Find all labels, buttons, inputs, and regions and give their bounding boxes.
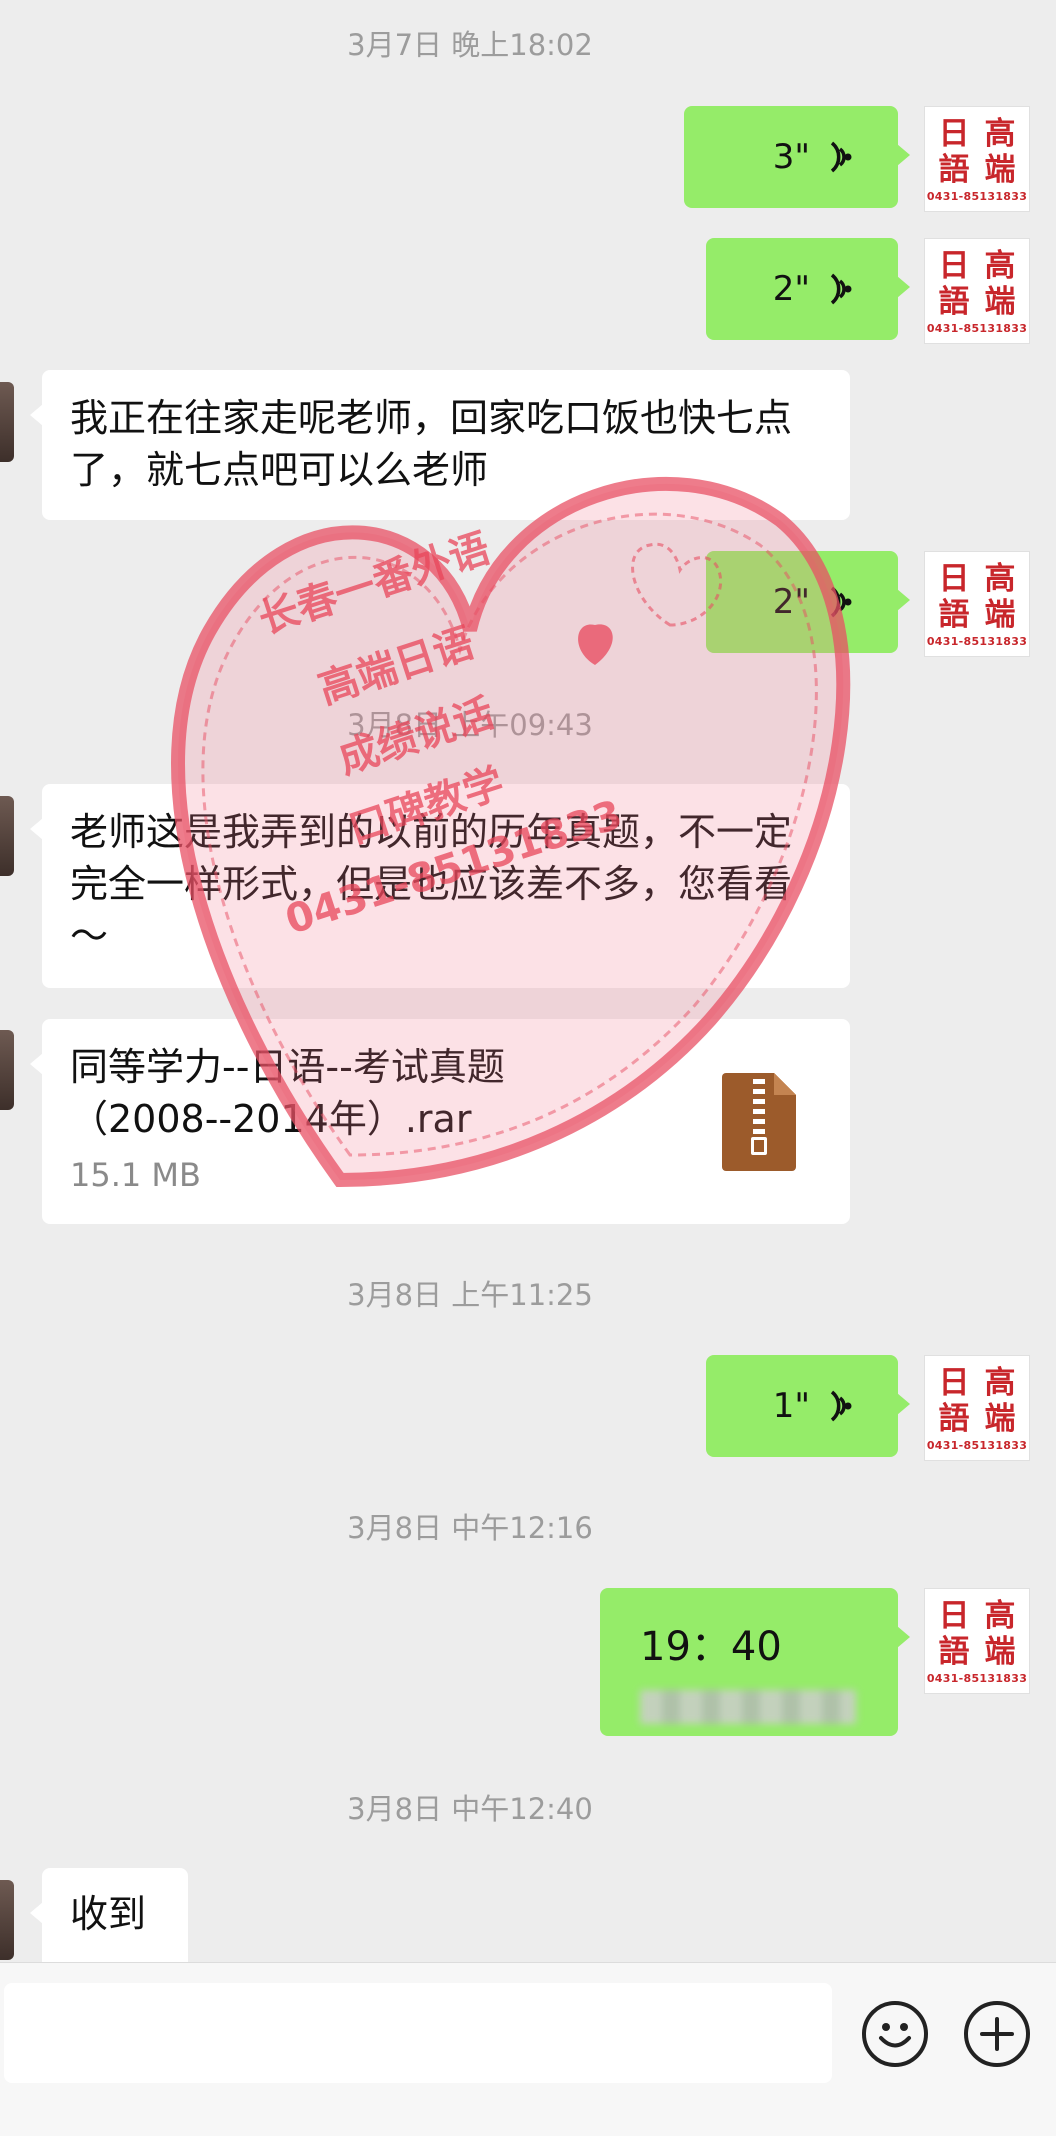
- watermark-line: 高端日语: [313, 620, 480, 714]
- avatar[interactable]: 日高語端 0431-85131833: [924, 238, 1030, 344]
- avatar-phone: 0431-85131833: [926, 189, 1028, 203]
- voice-message[interactable]: 3": [684, 106, 910, 208]
- voice-wave-icon: [830, 273, 852, 305]
- voice-wave-icon: [830, 1390, 852, 1422]
- emoji-button[interactable]: [862, 2001, 928, 2067]
- zip-file-icon: [722, 1073, 796, 1171]
- file-size: 15.1 MB: [70, 1156, 201, 1194]
- avatar-phone: 0431-85131833: [926, 634, 1028, 648]
- voice-duration: 2": [772, 269, 810, 309]
- avatar-seal: 日高語端: [938, 247, 1016, 320]
- message-text: 老师这是我弄到的以前的历年真题，不一定完全一样形式，但是也应该差不多，您看看～: [70, 810, 793, 958]
- avatar[interactable]: 日高語端 0431-85131833: [924, 1588, 1030, 1694]
- voice-duration: 1": [772, 1386, 810, 1426]
- input-bar: [0, 1962, 1056, 2136]
- contact-avatar[interactable]: [0, 1880, 14, 1960]
- avatar-seal: 日高語端: [938, 1364, 1016, 1437]
- contact-avatar[interactable]: [0, 382, 14, 462]
- plus-icon: [980, 2017, 1014, 2051]
- avatar-phone: 0431-85131833: [926, 1671, 1028, 1685]
- message-text: 19：40: [640, 1624, 782, 1670]
- timestamp: 3月8日 上午09:43: [347, 708, 593, 742]
- timestamp: 3月8日 上午11:25: [347, 1278, 593, 1312]
- voice-duration: 2": [772, 582, 810, 622]
- contact-avatar[interactable]: [0, 1030, 14, 1110]
- avatar-phone: 0431-85131833: [926, 321, 1028, 335]
- voice-wave-icon: [830, 586, 852, 618]
- voice-message[interactable]: 2": [706, 551, 910, 653]
- avatar[interactable]: 日高語端 0431-85131833: [924, 551, 1030, 657]
- timestamp: 3月7日 晚上18:02: [347, 28, 593, 62]
- avatar-seal: 日高語端: [938, 1597, 1016, 1670]
- more-button[interactable]: [964, 2001, 1030, 2067]
- voice-message[interactable]: 2": [706, 238, 910, 340]
- text-message[interactable]: 老师这是我弄到的以前的历年真题，不一定完全一样形式，但是也应该差不多，您看看～: [30, 784, 850, 988]
- voice-duration: 3": [772, 137, 810, 177]
- avatar[interactable]: 日高語端 0431-85131833: [924, 1355, 1030, 1461]
- timestamp: 3月8日 中午12:40: [347, 1792, 593, 1826]
- watermark-line: 长春一番外语: [253, 525, 496, 644]
- avatar-seal: 日高語端: [938, 115, 1016, 188]
- avatar-seal: 日高語端: [938, 560, 1016, 633]
- voice-message[interactable]: 1": [706, 1355, 910, 1457]
- text-message[interactable]: 我正在往家走呢老师，回家吃口饭也快七点了，就七点吧可以么老师: [30, 370, 850, 520]
- file-message[interactable]: 同等学力--日语--考试真题（2008--2014年）.rar 15.1 MB: [30, 1019, 850, 1224]
- message-text: 我正在往家走呢老师，回家吃口饭也快七点了，就七点吧可以么老师: [70, 396, 793, 492]
- voice-wave-icon: [830, 141, 852, 173]
- blurred-text: [640, 1690, 856, 1724]
- avatar[interactable]: 日高語端 0431-85131833: [924, 106, 1030, 212]
- message-text: 收到: [70, 1892, 147, 1936]
- text-message[interactable]: 19：40: [600, 1588, 910, 1736]
- smiley-icon: [879, 2023, 911, 2048]
- timestamp: 3月8日 中午12:16: [347, 1511, 593, 1545]
- avatar-phone: 0431-85131833: [926, 1438, 1028, 1452]
- file-name: 同等学力--日语--考试真题（2008--2014年）.rar: [70, 1045, 505, 1141]
- message-input[interactable]: [4, 1983, 832, 2083]
- text-message[interactable]: 收到: [30, 1868, 188, 1962]
- contact-avatar[interactable]: [0, 796, 14, 876]
